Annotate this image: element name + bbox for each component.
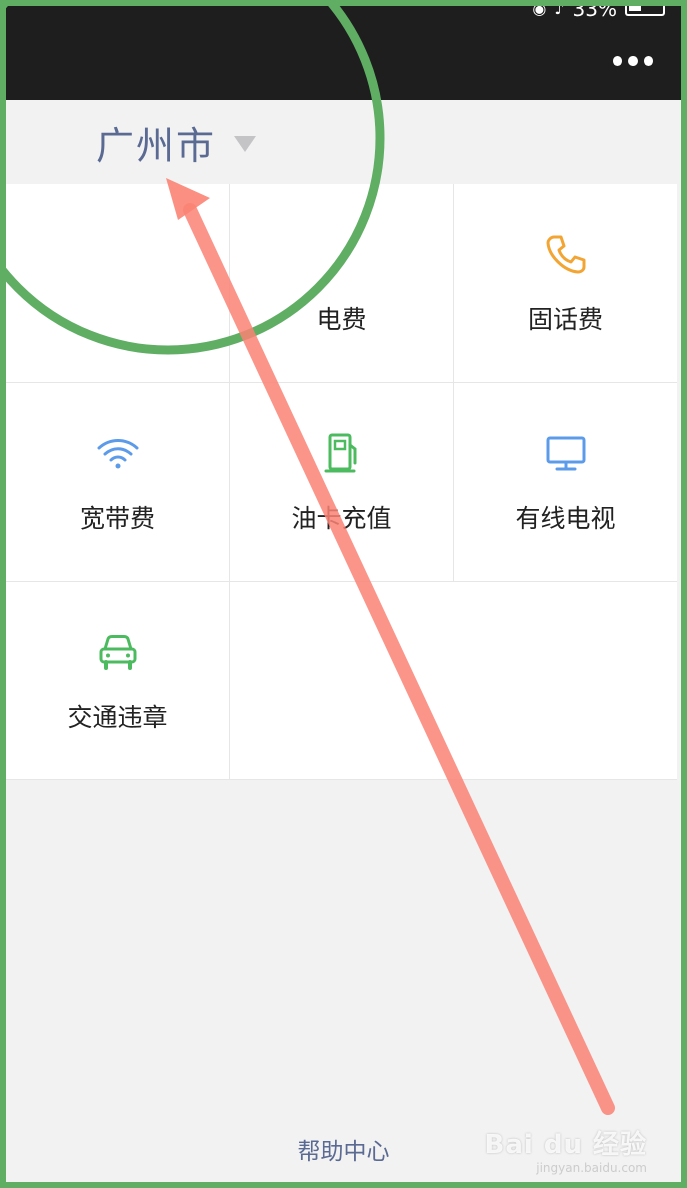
city-name: 广州市 [96, 123, 217, 168]
city-selector[interactable]: 广州市 [96, 120, 257, 168]
city-bar: 广州市 [0, 100, 687, 184]
empty-cell [230, 582, 677, 780]
status-bar: ◉ ♪ 33% [532, 0, 665, 18]
grid-divider [6, 779, 677, 780]
service-electricity[interactable]: 电费 [230, 184, 453, 382]
service-label: 固话费 [527, 305, 603, 334]
service-label: 有线电视 [515, 504, 616, 533]
service-landline[interactable]: 固话费 [454, 184, 677, 382]
service-label: 油卡充值 [291, 504, 392, 533]
headset-icon: ◉ [532, 0, 547, 18]
grid-divider [6, 581, 677, 582]
service-label: 交通违章 [67, 703, 168, 732]
service-cable-tv[interactable]: 有线电视 [454, 383, 677, 581]
more-dots-icon[interactable] [613, 54, 653, 68]
triangle-down-icon [234, 136, 257, 152]
page: ◉ ♪ 33% 广州市 电费 固话费 宽带费 油卡充值 有线电视 交通违章 帮助… [0, 0, 687, 1188]
tv-monitor-icon [546, 436, 585, 471]
service-label: 宽带费 [79, 504, 155, 533]
grid-divider [6, 382, 677, 383]
fuel-pump-icon [324, 433, 356, 473]
service-grid: 电费 固话费 宽带费 油卡充值 有线电视 交通违章 [6, 184, 677, 780]
grid-divider [229, 184, 230, 780]
service-fuel-card[interactable]: 油卡充值 [230, 383, 453, 581]
music-note-icon: ♪ [554, 0, 565, 18]
service-hidden-first[interactable] [6, 184, 229, 382]
service-traffic-violation[interactable]: 交通违章 [6, 582, 229, 780]
top-bar: ◉ ♪ 33% [0, 0, 687, 100]
help-center-link[interactable]: 帮助中心 [0, 1132, 687, 1166]
car-icon [99, 635, 136, 670]
service-broadband[interactable]: 宽带费 [6, 383, 229, 581]
service-label: 电费 [316, 305, 367, 334]
wifi-icon [97, 439, 138, 469]
battery-level: 33% [572, 0, 617, 18]
battery-icon [625, 2, 665, 16]
phone-icon [546, 235, 585, 274]
